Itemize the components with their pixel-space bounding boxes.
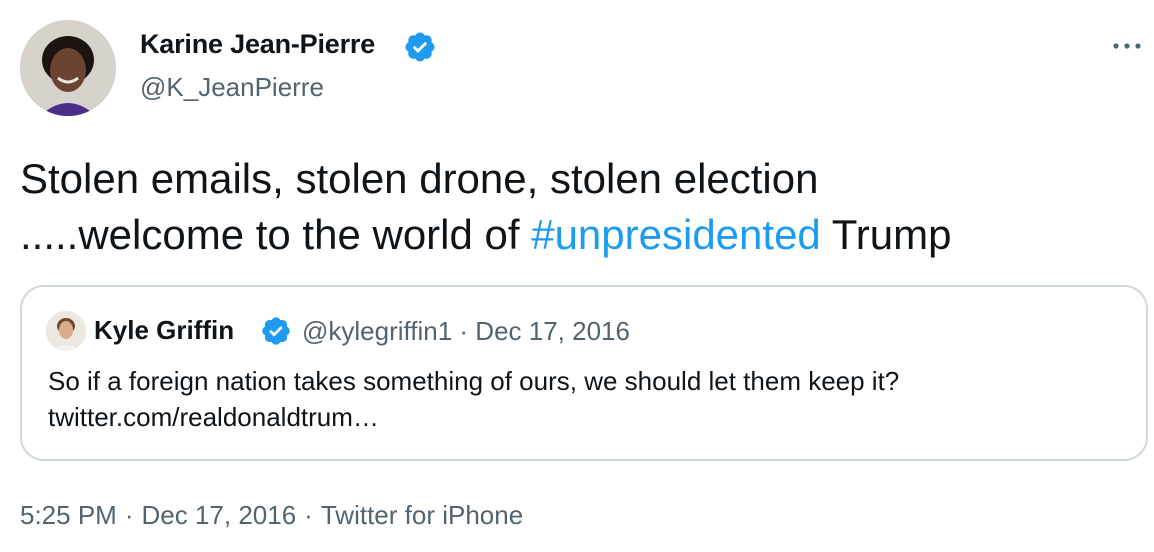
tweet-source[interactable]: Twitter for iPhone [321, 500, 523, 530]
footer-separator: · [124, 500, 134, 530]
tweet-text-prefix: .....welcome to the world of [20, 211, 532, 258]
author-avatar[interactable] [20, 20, 116, 116]
verified-badge-icon [405, 32, 435, 62]
quoted-tweet-text: So if a foreign nation takes something o… [48, 363, 1128, 435]
quoted-author-avatar-image [46, 311, 86, 351]
quoted-tweet-text-line-1: So if a foreign nation takes something o… [48, 366, 900, 396]
quoted-tweet-card[interactable]: Kyle Griffin @kylegriffin1 · Dec 17, 201… [20, 285, 1148, 461]
footer-separator: · [304, 500, 313, 530]
author-handle[interactable]: @K_JeanPierre [140, 72, 324, 103]
tweet-text: Stolen emails, stolen drone, stolen elec… [20, 151, 1130, 263]
quoted-tweet-link: twitter.com/realdonaldtrum… [48, 402, 379, 432]
tweet-text-line-1: Stolen emails, stolen drone, stolen elec… [20, 155, 819, 202]
tweet-date[interactable]: Dec 17, 2016 [142, 500, 297, 530]
tweet-text-line-2: .....welcome to the world of #unpresiden… [20, 207, 1130, 263]
tweet-text-suffix: Trump [820, 211, 952, 258]
quoted-author-avatar [46, 311, 86, 351]
quoted-author-name: Kyle Griffin [94, 315, 235, 345]
hashtag-link[interactable]: #unpresidented [531, 211, 821, 258]
author-avatar-image [20, 20, 116, 116]
quoted-tweet-meta: @kylegriffin1 · Dec 17, 2016 [302, 316, 630, 346]
more-options-icon[interactable] [1110, 33, 1144, 59]
author-name[interactable]: Karine Jean-Pierre [140, 29, 375, 60]
tweet-footer: 5:25 PM · Dec 17, 2016 · Twitter for iPhone [20, 500, 523, 531]
tweet-time[interactable]: 5:25 PM [20, 500, 117, 530]
quoted-verified-badge-icon [262, 317, 290, 345]
